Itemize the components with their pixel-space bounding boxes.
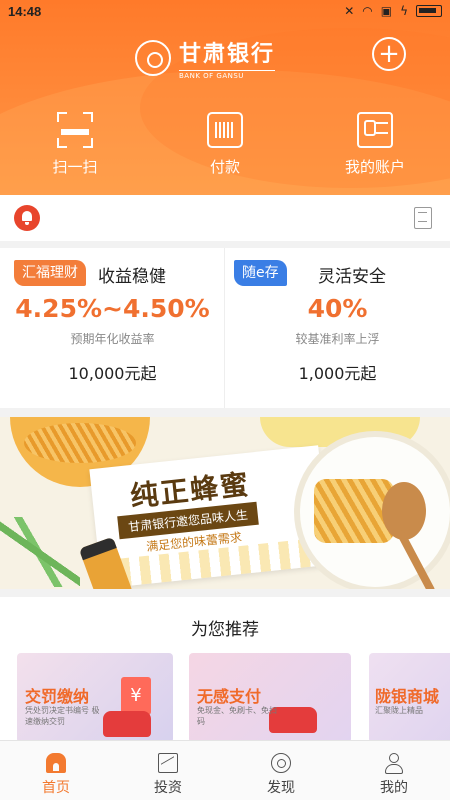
status-bar: 14:48 ✕ ◠ ▣ ϟ: [0, 0, 450, 24]
status-time: 14:48: [8, 4, 42, 19]
scan-icon: [57, 112, 93, 148]
recommend-card-title: 无感支付: [197, 687, 262, 706]
add-button[interactable]: +: [372, 37, 406, 71]
quick-action-label: 我的账户: [344, 158, 405, 176]
yen-receipt-icon: ¥: [121, 677, 151, 715]
product-tag: 随e存: [234, 260, 287, 286]
discover-icon: [271, 753, 291, 773]
tab-label: 发现: [267, 780, 295, 796]
product-title: 灵活安全: [318, 267, 386, 287]
header: 14:48 ✕ ◠ ▣ ϟ 甘肃银行 BANK OF GANSU + 扫一扫 付…: [0, 0, 450, 195]
quick-action-scan[interactable]: 扫一扫: [25, 112, 125, 182]
recommend-card-sub: 凭处罚决定书编号 极速缴纳交罚: [25, 706, 100, 726]
tab-label: 我的: [380, 780, 408, 796]
tab-invest[interactable]: 投资: [112, 741, 224, 800]
recommend-card-fines[interactable]: ¥ 交罚缴纳 凭处罚决定书编号 极速缴纳交罚: [17, 653, 173, 743]
home-icon: [46, 753, 66, 773]
product-title: 收益稳健: [98, 267, 166, 287]
plus-icon: +: [378, 39, 400, 69]
product-card-huifu[interactable]: 汇福理财 收益稳健 4.25%~4.50% 预期年化收益率 10,000元起: [0, 248, 225, 408]
product-rate-desc: 预期年化收益率: [70, 332, 155, 346]
tab-label: 首页: [42, 780, 70, 796]
tab-label: 投资: [154, 780, 182, 796]
recommend-card-title: 陇银商城: [375, 687, 440, 706]
product-rate: 40%: [307, 294, 368, 323]
car-icon: [103, 711, 151, 737]
product-card-suie[interactable]: 随e存 灵活安全 40% 较基准利率上浮 1,000元起: [225, 248, 450, 408]
account-card-icon: [357, 112, 393, 148]
payment-barcode-icon: [207, 112, 243, 148]
invest-chart-icon: [158, 753, 178, 773]
promo-banner[interactable]: 纯正蜂蜜 甘肃银行邀您品味人生 满足您的味蕾需求: [0, 417, 450, 589]
bank-emblem-icon: [135, 40, 171, 76]
quick-action-label: 扫一扫: [52, 158, 98, 176]
mute-icon: ✕: [344, 4, 355, 18]
tab-me[interactable]: 我的: [338, 741, 450, 800]
recommend-card-senseless-pay[interactable]: 无感支付 免现金、免刷卡、免扫码: [189, 653, 351, 743]
bank-name-cn: 甘肃银行: [179, 42, 276, 67]
wifi-icon: ◠: [362, 4, 373, 18]
recommend-title: 为您推荐: [191, 620, 259, 640]
message-list-icon[interactable]: [414, 207, 432, 229]
recommend-card-mall[interactable]: 陇银商城 汇聚陇上精品: [369, 653, 450, 743]
product-rate-desc: 较基准利率上浮: [295, 332, 380, 346]
product-min-amount: 10,000元起: [68, 364, 157, 383]
recommend-section: 为您推荐 ¥ 交罚缴纳 凭处罚决定书编号 极速缴纳交罚 无感支付 免现金、免刷卡…: [0, 597, 450, 743]
recommend-card-title: 交罚缴纳: [25, 687, 90, 706]
profile-icon: [384, 753, 404, 774]
bottom-tab-bar: 首页 投资 发现 我的: [0, 740, 450, 800]
charging-icon: ϟ: [400, 4, 408, 18]
product-tag: 汇福理财: [14, 260, 86, 286]
quick-action-account[interactable]: 我的账户: [325, 112, 425, 182]
recommend-card-sub: 汇聚陇上精品: [375, 706, 423, 715]
tab-home[interactable]: 首页: [0, 741, 112, 800]
no-sim-icon: ▣: [380, 4, 393, 18]
bank-logo: 甘肃银行 BANK OF GANSU: [135, 36, 276, 80]
battery-icon: [416, 5, 442, 17]
quick-action-label: 付款: [209, 158, 240, 176]
quick-action-pay[interactable]: 付款: [175, 112, 275, 182]
recommend-card-sub: 免现金、免刷卡、免扫码: [197, 706, 277, 726]
leaf-image: [0, 517, 80, 587]
bank-name-en: BANK OF GANSU: [179, 70, 276, 80]
product-rate: 4.25%~4.50%: [15, 294, 210, 323]
product-section: 汇福理财 收益稳健 4.25%~4.50% 预期年化收益率 10,000元起 随…: [0, 248, 450, 408]
notice-bar[interactable]: [0, 195, 450, 241]
status-icons: ✕ ◠ ▣ ϟ: [344, 4, 442, 18]
product-min-amount: 1,000元起: [298, 364, 377, 383]
tab-discover[interactable]: 发现: [225, 741, 337, 800]
bell-icon[interactable]: [14, 205, 40, 231]
